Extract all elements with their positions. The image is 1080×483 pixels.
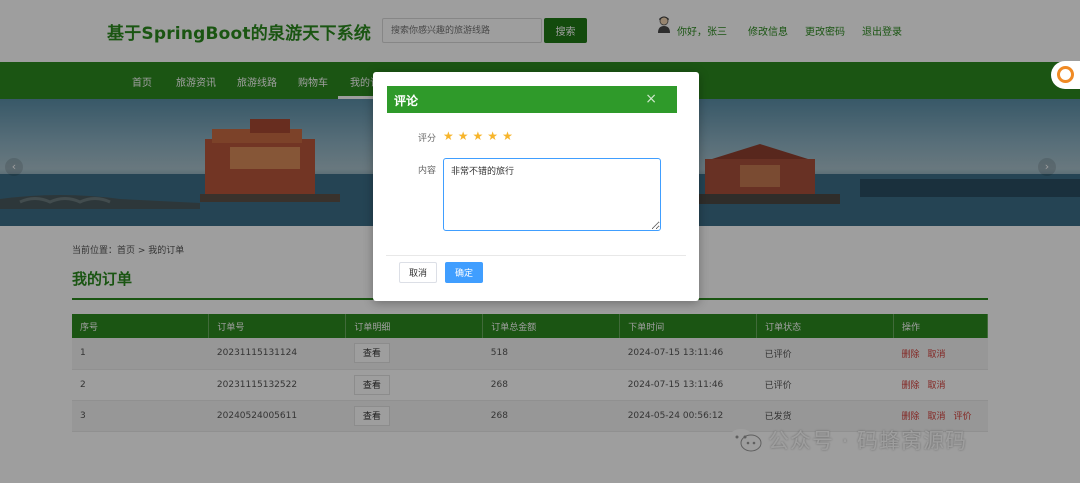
star-icon[interactable]: ★ [502, 129, 517, 143]
comment-textarea[interactable]: 非常不错的旅行 [443, 158, 661, 231]
orange-ring-icon [1057, 66, 1074, 83]
rating-stars[interactable]: ★★★★★ [443, 129, 517, 143]
rating-label: 评分 [418, 134, 437, 144]
content-label: 内容 [418, 166, 437, 176]
floating-widget[interactable] [1051, 61, 1080, 89]
star-icon[interactable]: ★ [458, 129, 473, 143]
dialog-title: 评论 [394, 94, 419, 108]
star-icon[interactable]: ★ [443, 129, 458, 143]
dialog-header: 评论 × [387, 86, 677, 113]
star-icon[interactable]: ★ [487, 129, 502, 143]
star-icon[interactable]: ★ [473, 129, 488, 143]
dialog-footer-divider [386, 255, 686, 256]
confirm-button[interactable]: 确定 [445, 262, 483, 283]
close-icon[interactable]: × [645, 91, 657, 107]
cancel-button[interactable]: 取消 [399, 262, 437, 283]
